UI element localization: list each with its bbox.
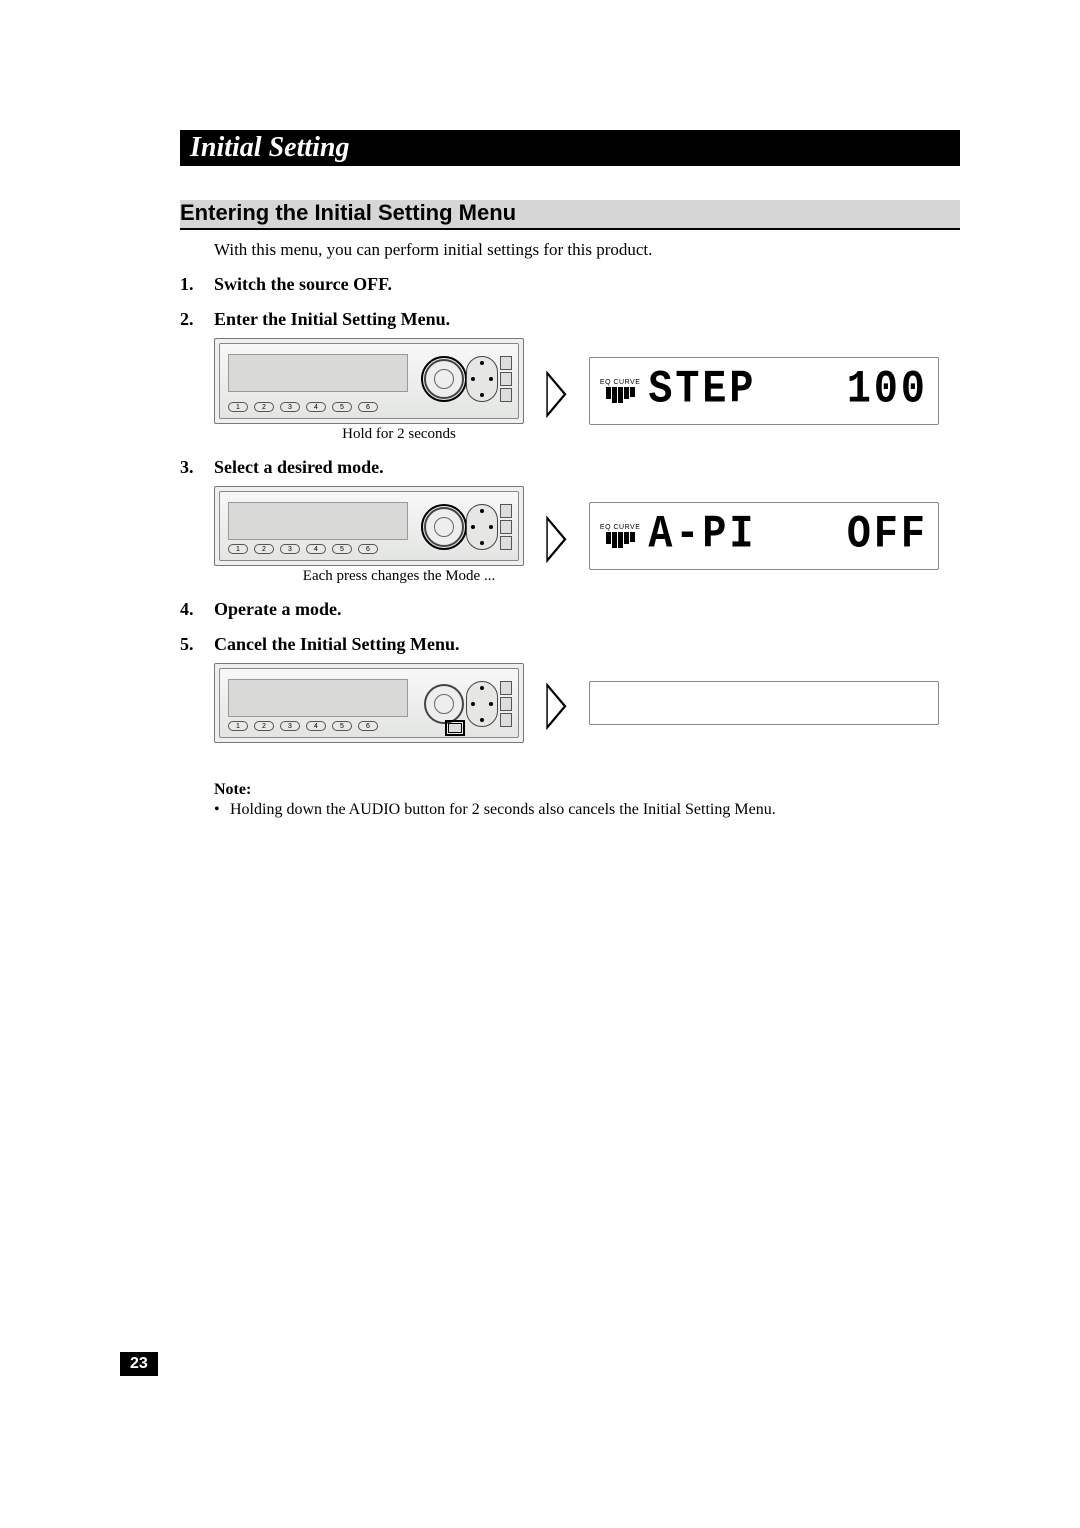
preset-2: 2 xyxy=(254,544,274,554)
source-button-highlighted-icon xyxy=(448,723,462,733)
subsection-title: Entering the Initial Setting Menu xyxy=(180,200,960,230)
preset-2: 2 xyxy=(254,402,274,412)
steps-list: Switch the source OFF. Enter the Initial… xyxy=(180,274,960,743)
func-dial-highlighted-icon xyxy=(424,507,464,547)
page-number: 23 xyxy=(120,1352,158,1376)
preset-6: 6 xyxy=(358,721,378,731)
step-title: Switch the source OFF. xyxy=(214,274,960,295)
preset-4: 4 xyxy=(306,721,326,731)
eq-curve-icon: EQ CURVE xyxy=(600,524,640,548)
preset-4: 4 xyxy=(306,402,326,412)
preset-buttons: 1 2 3 4 5 6 xyxy=(228,721,378,731)
preset-buttons: 1 2 3 4 5 6 xyxy=(228,402,378,412)
step-4: Operate a mode. xyxy=(180,599,960,620)
step-5: Cancel the Initial Setting Menu. 1 2 3 4… xyxy=(180,634,960,743)
preset-6: 6 xyxy=(358,402,378,412)
lcd-text-left: A-PI xyxy=(648,510,756,562)
func-dial-highlighted-icon xyxy=(424,359,464,399)
preset-2: 2 xyxy=(254,721,274,731)
preset-1: 1 xyxy=(228,544,248,554)
multi-knob-icon xyxy=(466,504,498,550)
lcd-text-left: STEP xyxy=(648,365,756,417)
preset-5: 5 xyxy=(332,721,352,731)
intro-text: With this menu, you can perform initial … xyxy=(214,240,960,260)
arrow-right-icon: ▷ xyxy=(546,672,566,734)
step-title: Select a desired mode. xyxy=(214,457,960,478)
arrow-right-icon: ▷ xyxy=(546,504,566,566)
side-buttons-icon xyxy=(500,504,512,550)
note-label: Note: xyxy=(214,781,960,799)
eq-curve-icon: EQ CURVE xyxy=(600,379,640,403)
device-illustration: 1 2 3 4 5 6 xyxy=(214,338,524,424)
figure-caption: Each press changes the Mode ... xyxy=(214,568,524,585)
lcd-display: EQ CURVE A-PI OFF xyxy=(589,502,939,570)
eq-label: EQ CURVE xyxy=(600,524,640,531)
device-illustration: 1 2 3 4 5 6 xyxy=(214,486,524,566)
side-buttons-icon xyxy=(500,356,512,402)
step-title: Enter the Initial Setting Menu. xyxy=(214,309,960,330)
section-title: Initial Setting xyxy=(180,130,960,166)
eq-label: EQ CURVE xyxy=(600,379,640,386)
step-2: Enter the Initial Setting Menu. 1 2 3 4 … xyxy=(180,309,960,443)
preset-1: 1 xyxy=(228,721,248,731)
multi-knob-icon xyxy=(466,356,498,402)
preset-3: 3 xyxy=(280,544,300,554)
preset-3: 3 xyxy=(280,721,300,731)
multi-knob-icon xyxy=(466,681,498,727)
step-title: Operate a mode. xyxy=(214,599,960,620)
device-illustration: 1 2 3 4 5 6 xyxy=(214,663,524,743)
lcd-text-right: OFF xyxy=(847,510,928,562)
preset-6: 6 xyxy=(358,544,378,554)
note-block: Note: • Holding down the AUDIO button fo… xyxy=(214,781,960,819)
bullet-icon: • xyxy=(214,801,224,819)
preset-buttons: 1 2 3 4 5 6 xyxy=(228,544,378,554)
step-title: Cancel the Initial Setting Menu. xyxy=(214,634,960,655)
preset-1: 1 xyxy=(228,402,248,412)
lcd-display-blank xyxy=(589,681,939,725)
arrow-right-icon: ▷ xyxy=(546,359,566,421)
step-3: Select a desired mode. 1 2 3 4 5 6 xyxy=(180,457,960,585)
preset-4: 4 xyxy=(306,544,326,554)
side-buttons-icon xyxy=(500,681,512,727)
func-dial-icon xyxy=(424,684,464,724)
preset-5: 5 xyxy=(332,544,352,554)
preset-3: 3 xyxy=(280,402,300,412)
preset-5: 5 xyxy=(332,402,352,412)
lcd-display: EQ CURVE STEP 100 xyxy=(589,357,939,425)
lcd-text-right: 100 xyxy=(847,365,928,417)
figure-caption: Hold for 2 seconds xyxy=(214,426,524,443)
note-text: Holding down the AUDIO button for 2 seco… xyxy=(230,801,776,819)
step-1: Switch the source OFF. xyxy=(180,274,960,295)
